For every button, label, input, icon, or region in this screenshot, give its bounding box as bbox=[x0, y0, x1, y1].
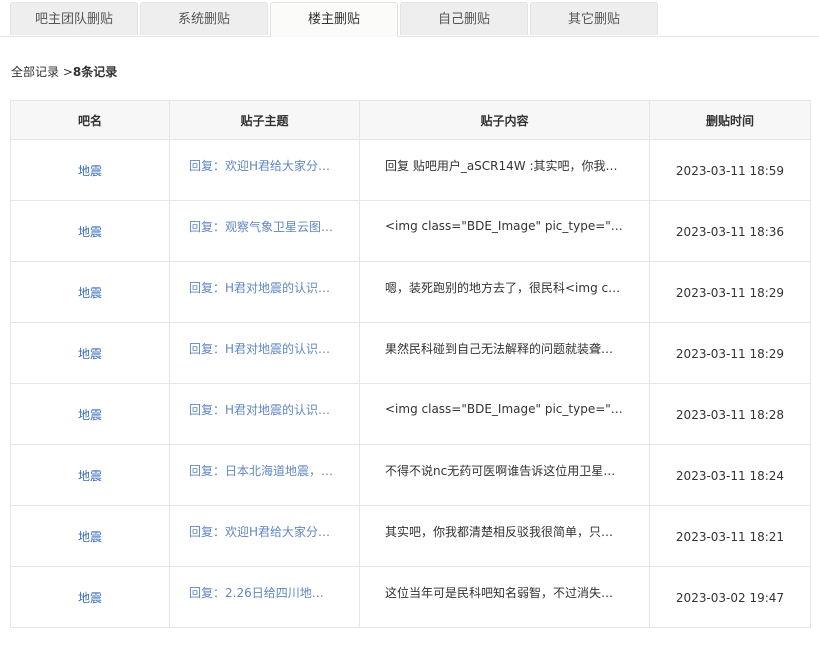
delete-time: 2023-03-11 18:29 bbox=[649, 322, 811, 384]
content-cell: <img class="BDE_Image" pic_type="0" widt… bbox=[359, 200, 650, 262]
content-cell: <img class="BDE_Image" pic_type="0" widt… bbox=[359, 383, 650, 445]
delete-time: 2023-03-02 19:47 bbox=[649, 566, 811, 628]
bar-name-cell: 地震 bbox=[10, 261, 170, 323]
topic-link[interactable]: 回复：2.26日给四川地震的预报 bbox=[189, 584, 334, 601]
content-cell: 果然民科碰到自己无法解释的问题就装聋作哑 bbox=[359, 322, 650, 384]
bar-name-cell: 地震 bbox=[10, 505, 170, 567]
topic-cell: 回复：日本北海道地震，H君预报 bbox=[169, 444, 360, 506]
table-body: 地震回复：欢迎H君给大家分享地震预报经验回复 贴吧用户_aSCR14W :其实吧… bbox=[10, 139, 811, 628]
content-cell: 回复 贴吧用户_aSCR14W :其实吧，你我都清楚 bbox=[359, 139, 650, 201]
header-content: 贴子内容 bbox=[359, 100, 650, 140]
bar-name-link[interactable]: 地震 bbox=[78, 347, 102, 361]
bar-name-cell: 地震 bbox=[10, 383, 170, 445]
breadcrumb-all-records: 全部记录 > bbox=[11, 65, 73, 79]
deleted-posts-table: 吧名 贴子主题 贴子内容 删贴时间 地震回复：欢迎H君给大家分享地震预报经验回复… bbox=[10, 100, 811, 628]
content-cell: 其实吧，你我都清楚相反驳我很简单，只要拿出 bbox=[359, 505, 650, 567]
post-content-text: 回复 贴吧用户_aSCR14W :其实吧，你我都清楚 bbox=[385, 158, 623, 173]
topic-link[interactable]: 回复：H君对地震的认识与预报 bbox=[189, 340, 334, 357]
record-summary: 全部记录 >8条记录 bbox=[11, 63, 117, 80]
header-delete-time: 删贴时间 bbox=[649, 100, 811, 140]
bar-name-link[interactable]: 地震 bbox=[78, 286, 102, 300]
delete-time: 2023-03-11 18:28 bbox=[649, 383, 811, 445]
bar-name-cell: 地震 bbox=[10, 444, 170, 506]
delete-time: 2023-03-11 18:29 bbox=[649, 261, 811, 323]
bar-name-link[interactable]: 地震 bbox=[78, 225, 102, 239]
bar-name-cell: 地震 bbox=[10, 139, 170, 201]
bar-name-link[interactable]: 地震 bbox=[78, 164, 102, 178]
topic-cell: 回复：H君对地震的认识与预报 bbox=[169, 383, 360, 445]
delete-time: 2023-03-11 18:59 bbox=[649, 139, 811, 201]
table-row: 地震 回复：观察气象卫星云图预报地震 <img class="BDE_Image" … bbox=[10, 200, 811, 262]
tab-2[interactable]: 楼主删贴 bbox=[270, 2, 398, 37]
tab-3[interactable]: 自己删贴 bbox=[400, 2, 528, 35]
topic-cell: 回复：2.26日给四川地震的预报 bbox=[169, 566, 360, 628]
table-row: 地震 回复：日本北海道地震，H君预报 不得不说nc无药可医啊谁告诉这位用卫星云图 20… bbox=[10, 444, 811, 506]
post-content-text: 这位当年可是民科吧知名弱智，不过消失很久了 bbox=[385, 585, 623, 600]
content-cell: 不得不说nc无药可医啊谁告诉这位用卫星云图 bbox=[359, 444, 650, 506]
header-topic: 贴子主题 bbox=[169, 100, 360, 140]
post-content-text: <img class="BDE_Image" pic_type="0" widt… bbox=[385, 402, 623, 416]
topic-link[interactable]: 回复：H君对地震的认识与预报 bbox=[189, 279, 334, 296]
table-row: 地震 回复：H君对地震的认识与预报 <img class="BDE_Image" p… bbox=[10, 383, 811, 445]
topic-link[interactable]: 回复：欢迎H君给大家分享地震预报经验 bbox=[189, 523, 334, 540]
delete-time: 2023-03-11 18:36 bbox=[649, 200, 811, 262]
bar-name-link[interactable]: 地震 bbox=[78, 469, 102, 483]
tab-bar: 吧主团队删贴 系统删贴 楼主删贴 自己删贴 其它删贴 bbox=[0, 2, 819, 37]
table-row: 地震 回复：2.26日给四川地震的预报 这位当年可是民科吧知名弱智，不过消失很久了 2… bbox=[10, 566, 811, 628]
content-cell: 这位当年可是民科吧知名弱智，不过消失很久了 bbox=[359, 566, 650, 628]
topic-cell: 回复：欢迎H君给大家分享地震预报经验 bbox=[169, 139, 360, 201]
delete-time: 2023-03-11 18:24 bbox=[649, 444, 811, 506]
topic-link[interactable]: 回复：欢迎H君给大家分享地震预报经验 bbox=[189, 157, 334, 174]
table-row: 地震 回复：H君对地震的认识与预报 果然民科碰到自己无法解释的问题就装聋作哑 2023… bbox=[10, 322, 811, 384]
content-cell: 嗯，装死跑别的地方去了，很民科<img class="BDE_Image" bbox=[359, 261, 650, 323]
topic-cell: 回复：欢迎H君给大家分享地震预报经验 bbox=[169, 505, 360, 567]
table-row: 地震 回复：H君对地震的认识与预报 嗯，装死跑别的地方去了，很民科<img clas… bbox=[10, 261, 811, 323]
bar-name-cell: 地震 bbox=[10, 200, 170, 262]
post-content-text: <img class="BDE_Image" pic_type="0" widt… bbox=[385, 219, 623, 233]
bar-name-link[interactable]: 地震 bbox=[78, 408, 102, 422]
post-content-text: 嗯，装死跑别的地方去了，很民科<img class="BDE_Image" bbox=[385, 280, 623, 295]
topic-cell: 回复：H君对地震的认识与预报 bbox=[169, 261, 360, 323]
bar-name-cell: 地震 bbox=[10, 566, 170, 628]
table-row: 地震 回复：欢迎H君给大家分享地震预报经验 回复 贴吧用户_aSCR14W :其实吧… bbox=[10, 139, 811, 201]
topic-cell: 回复：观察气象卫星云图预报地震 bbox=[169, 200, 360, 262]
header-bar-name: 吧名 bbox=[10, 100, 170, 140]
post-content-text: 果然民科碰到自己无法解释的问题就装聋作哑 bbox=[385, 341, 623, 356]
tab-0[interactable]: 吧主团队删贴 bbox=[10, 2, 138, 35]
bar-name-link[interactable]: 地震 bbox=[78, 591, 102, 605]
table-row: 地震 回复：欢迎H君给大家分享地震预报经验 其实吧，你我都清楚相反驳我很简单，只要拿… bbox=[10, 505, 811, 567]
topic-link[interactable]: 回复：H君对地震的认识与预报 bbox=[189, 401, 334, 418]
topic-link[interactable]: 回复：观察气象卫星云图预报地震 bbox=[189, 218, 334, 235]
post-content-text: 其实吧，你我都清楚相反驳我很简单，只要拿出 bbox=[385, 524, 623, 539]
record-count: 8条记录 bbox=[72, 65, 118, 79]
topic-link[interactable]: 回复：日本北海道地震，H君预报 bbox=[189, 462, 334, 479]
topic-cell: 回复：H君对地震的认识与预报 bbox=[169, 322, 360, 384]
bar-name-link[interactable]: 地震 bbox=[78, 530, 102, 544]
delete-time: 2023-03-11 18:21 bbox=[649, 505, 811, 567]
post-content-text: 不得不说nc无药可医啊谁告诉这位用卫星云图 bbox=[385, 463, 623, 478]
bar-name-cell: 地震 bbox=[10, 322, 170, 384]
table-header-row: 吧名 贴子主题 贴子内容 删贴时间 bbox=[10, 100, 811, 140]
deleted-posts-page: 吧主团队删贴 系统删贴 楼主删贴 自己删贴 其它删贴 全部记录 >8条记录 吧名 贴子主… bbox=[0, 0, 819, 652]
tab-4[interactable]: 其它删贴 bbox=[530, 2, 658, 35]
tab-1[interactable]: 系统删贴 bbox=[140, 2, 268, 35]
